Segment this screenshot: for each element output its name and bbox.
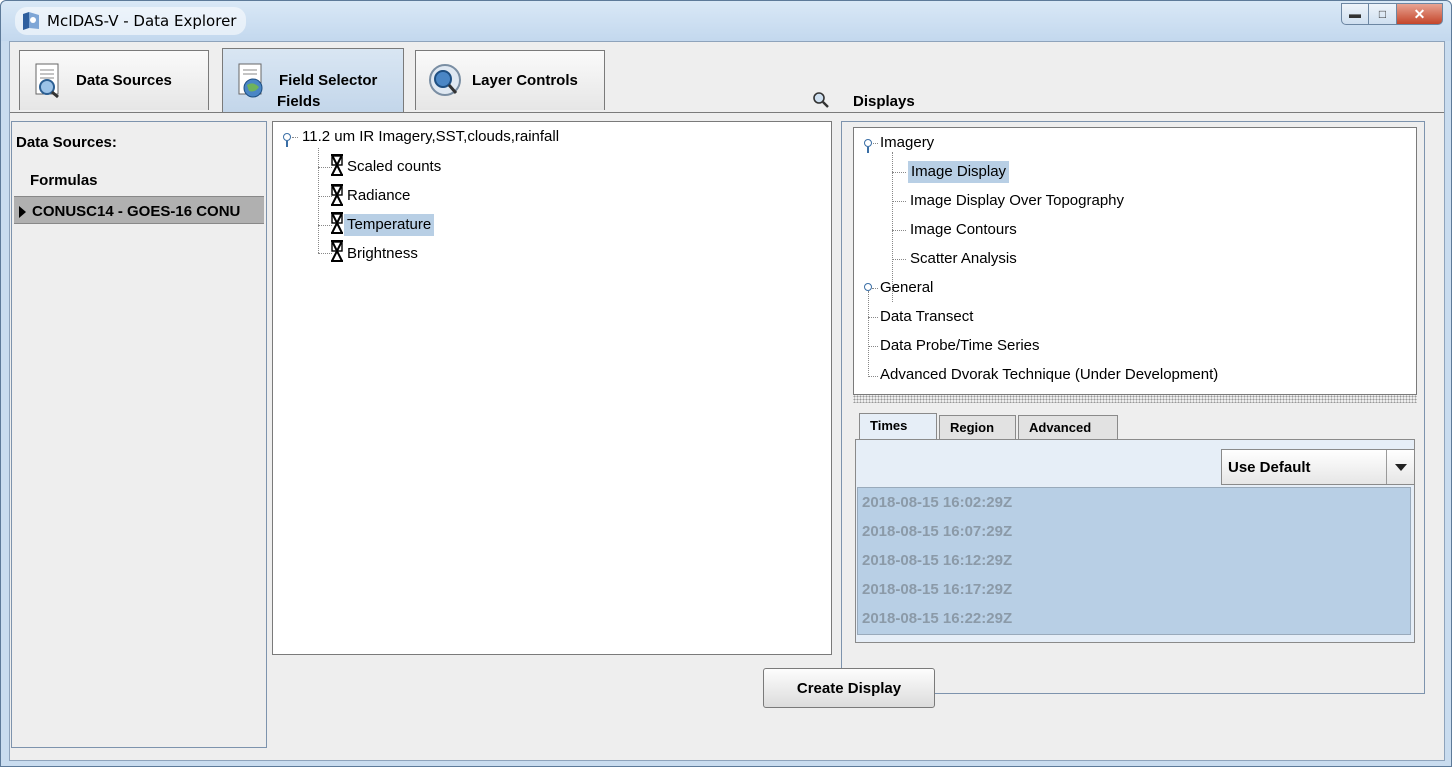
tab-data-sources[interactable]: Data Sources <box>19 50 209 110</box>
time-item[interactable]: 2018-08-15 16:17:29Z <box>862 576 1012 604</box>
split-pane-divider[interactable] <box>853 395 1417 403</box>
field-item-radiance[interactable]: Radiance <box>347 185 410 207</box>
display-item-data-probe[interactable]: Data Probe/Time Series <box>880 335 1040 357</box>
time-item[interactable]: 2018-08-15 16:12:29Z <box>862 547 1012 575</box>
field-hourglass-icon <box>331 184 343 206</box>
displays-tree[interactable]: Imagery Image Display Image Display Over… <box>853 127 1417 395</box>
tab-layer-controls[interactable]: Layer Controls <box>415 50 605 110</box>
close-button[interactable]: ✕ <box>1397 3 1443 25</box>
field-group-root[interactable]: 11.2 um IR Imagery,SST,clouds,rainfall <box>302 126 559 148</box>
data-sources-header: Data Sources: <box>16 134 117 151</box>
time-item[interactable]: 2018-08-15 16:07:29Z <box>862 518 1012 546</box>
maximize-button[interactable]: □ <box>1369 3 1397 25</box>
data-source-label: CONUSC14 - GOES-16 CONU <box>32 203 241 220</box>
title-bar[interactable]: McIDAS-V - Data Explorer ▬ □ ✕ <box>1 1 1451 41</box>
tree-expand-icon[interactable] <box>864 139 872 147</box>
document-globe-icon <box>238 63 263 97</box>
display-item-scatter-analysis[interactable]: Scatter Analysis <box>910 248 1017 270</box>
tree-expand-icon[interactable] <box>283 133 291 141</box>
document-magnifier-icon <box>35 63 59 98</box>
times-list[interactable]: 2018-08-15 16:02:29Z 2018-08-15 16:07:29… <box>857 487 1411 635</box>
tab-region[interactable]: Region <box>939 415 1016 439</box>
display-item-image-display[interactable]: Image Display <box>908 161 1010 183</box>
mcidas-app-icon <box>23 12 39 30</box>
display-item-data-transect[interactable]: Data Transect <box>880 306 973 328</box>
display-item-advanced-dvorak[interactable]: Advanced Dvorak Technique (Under Develop… <box>880 364 1218 386</box>
time-item[interactable]: 2018-08-15 16:02:29Z <box>862 489 1012 517</box>
field-item-temperature[interactable]: Temperature <box>344 214 435 236</box>
display-group-imagery[interactable]: Imagery <box>880 132 934 154</box>
data-explorer-window: McIDAS-V - Data Explorer ▬ □ ✕ Data Sour… <box>0 0 1452 767</box>
tab-advanced[interactable]: Advanced <box>1018 415 1118 439</box>
field-hourglass-icon <box>331 154 343 176</box>
field-hourglass-icon <box>331 212 343 234</box>
display-group-general[interactable]: General <box>880 277 933 299</box>
tab-divider <box>10 112 1444 113</box>
times-mode-value: Use Default <box>1228 459 1311 476</box>
data-sources-panel: Data Sources: Formulas CONUSC14 - GOES-1… <box>11 121 267 748</box>
field-item-brightness[interactable]: Brightness <box>347 243 418 265</box>
tree-collapsed-icon[interactable] <box>864 283 872 291</box>
main-tab-bar: Data Sources Field Selector Layer Contro… <box>10 42 1444 120</box>
create-display-button[interactable]: Create Display <box>763 668 935 708</box>
selected-arrow-icon <box>19 206 26 218</box>
display-item-image-display-over-topography[interactable]: Image Display Over Topography <box>910 190 1124 212</box>
minimize-button[interactable]: ▬ <box>1341 3 1369 25</box>
globe-magnifier-icon <box>429 63 461 96</box>
displays-header: Displays <box>853 93 915 110</box>
tab-times[interactable]: Times <box>859 413 937 440</box>
data-source-label: Formulas <box>30 172 98 189</box>
chevron-down-icon[interactable] <box>1386 450 1414 484</box>
data-source-item-conusc14[interactable]: CONUSC14 - GOES-16 CONU <box>14 196 264 224</box>
data-source-item-formulas[interactable]: Formulas <box>14 166 264 194</box>
fields-header: Fields <box>277 93 321 110</box>
time-item[interactable]: 2018-08-15 16:22:29Z <box>862 605 1012 633</box>
field-hourglass-icon <box>331 240 343 262</box>
fields-tree[interactable]: 11.2 um IR Imagery,SST,clouds,rainfall S… <box>272 121 832 655</box>
field-item-scaled-counts[interactable]: Scaled counts <box>347 156 441 178</box>
tab-field-selector-label: Field Selector <box>279 72 378 89</box>
window-title: McIDAS-V - Data Explorer <box>15 7 247 35</box>
times-mode-select[interactable]: Use Default <box>1221 449 1415 485</box>
search-icon[interactable] <box>812 91 830 109</box>
display-item-image-contours[interactable]: Image Contours <box>910 219 1017 241</box>
tab-layer-controls-label: Layer Controls <box>472 72 578 89</box>
tab-data-sources-label: Data Sources <box>76 72 172 89</box>
